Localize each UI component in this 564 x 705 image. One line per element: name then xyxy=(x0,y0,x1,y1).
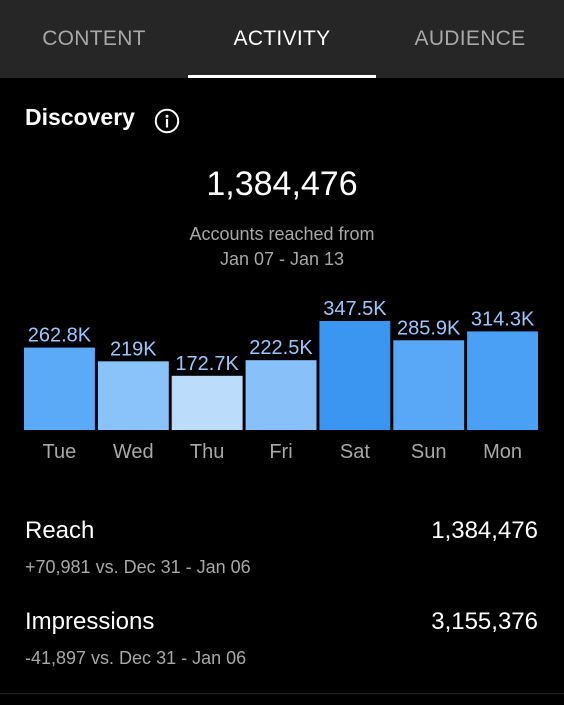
divider xyxy=(0,693,564,694)
reach-label: Reach xyxy=(25,517,95,544)
tab-activity[interactable]: ACTIVITY xyxy=(188,0,376,78)
tab-audience[interactable]: AUDIENCE xyxy=(376,0,564,78)
impressions-label: Impressions xyxy=(25,608,155,635)
bar-value-label: 172.7K xyxy=(175,353,239,375)
day-label: Wed xyxy=(113,441,154,463)
tab-bar: CONTENT ACTIVITY AUDIENCE xyxy=(0,0,564,78)
reach-value: 1,384,476 xyxy=(431,517,538,544)
day-label: Tue xyxy=(43,441,77,463)
day-label: Thu xyxy=(190,441,224,463)
bar-tue[interactable] xyxy=(24,347,95,430)
bar-value-label: 347.5K xyxy=(323,298,387,320)
bar-value-label: 262.8K xyxy=(28,325,92,347)
impressions-value: 3,155,376 xyxy=(431,608,538,635)
bar-value-label: 219K xyxy=(110,338,157,360)
bar-fri[interactable] xyxy=(245,360,317,430)
section-title: Discovery xyxy=(25,104,135,130)
daily-reach-chart: 262.8K Tue 219K Wed 172.7K Thu 222.5K Fri 347.5K… xyxy=(24,298,538,463)
bar-value-label: 285.9K xyxy=(397,317,461,339)
day-label: Sun xyxy=(411,441,447,463)
bar-value-label: 314.3K xyxy=(471,308,535,330)
tab-content[interactable]: CONTENT xyxy=(0,0,188,78)
bar-sun[interactable] xyxy=(393,340,465,430)
day-label: Mon xyxy=(483,441,522,463)
impressions-comparison: -41,897 vs. Dec 31 - Jan 06 xyxy=(25,648,247,668)
accounts-reached-total: 1,384,476 xyxy=(206,165,358,203)
reach-comparison: +70,981 vs. Dec 31 - Jan 06 xyxy=(25,557,251,577)
info-icon[interactable] xyxy=(154,108,180,134)
accounts-reached-caption: Accounts reached from xyxy=(189,224,375,244)
bar-mon[interactable] xyxy=(467,331,538,430)
day-label: Sat xyxy=(340,441,370,463)
bar-value-label: 222.5K xyxy=(249,337,313,359)
bar-thu[interactable] xyxy=(171,375,243,430)
bar-sat[interactable] xyxy=(319,321,391,430)
date-range-caption: Jan 07 - Jan 13 xyxy=(219,249,345,269)
day-label: Fri xyxy=(269,441,292,463)
bar-wed[interactable] xyxy=(97,361,169,430)
active-tab-indicator xyxy=(188,75,376,78)
